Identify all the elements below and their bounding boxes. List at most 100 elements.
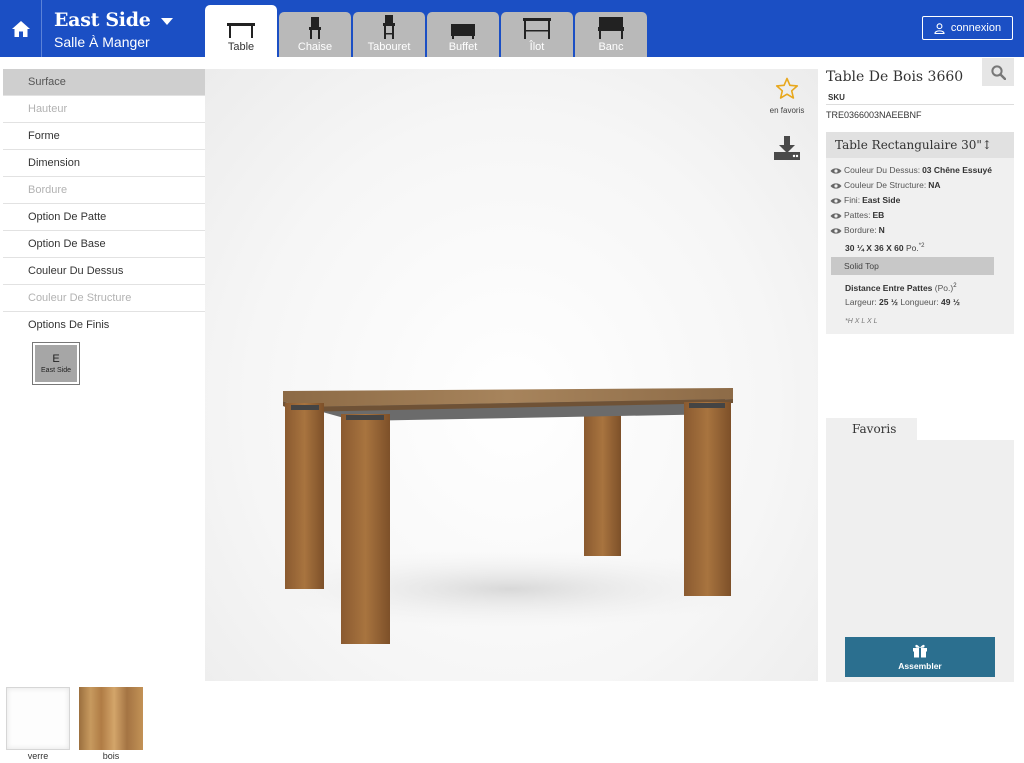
gift-icon <box>913 644 927 658</box>
product-title: Table De Bois 3660 <box>826 69 964 85</box>
spec-line: Bordure: N <box>830 223 1014 238</box>
material-label: bois <box>102 751 120 761</box>
finish-swatch-letter: E <box>52 352 60 365</box>
tab-label: Table <box>227 41 255 53</box>
finish-swatch[interactable]: E East Side <box>32 342 80 385</box>
dimensions-value: 30 ¼ X 36 X 60 <box>845 242 904 253</box>
menu-item-couleur-de-structure: Couleur De Structure <box>3 285 205 312</box>
user-icon <box>934 22 945 34</box>
tab-label: Tabouret <box>367 41 411 53</box>
spec-line: Couleur De Structure: NA <box>830 178 1014 193</box>
solid-top-option: Solid Top <box>831 257 994 275</box>
finish-swatch-name: East Side <box>41 366 71 374</box>
tab-banc[interactable]: Banc <box>575 12 647 57</box>
width-value: 25 ½ <box>879 296 898 307</box>
length-label: Longueur: <box>900 296 939 307</box>
top-bar: East Side Salle À Manger Table Chaise Ta… <box>0 0 1024 57</box>
material-bois-thumb[interactable] <box>79 687 143 750</box>
eye-icon[interactable] <box>830 197 842 205</box>
add-to-favorites-button[interactable]: en favoris <box>762 77 812 115</box>
spec-list: Couleur Du Dessus: 03 Chêne Essuyé Coule… <box>826 158 1014 238</box>
distance-unit: (Po.) <box>934 282 954 293</box>
eye-icon[interactable] <box>830 182 842 190</box>
width-label: Largeur: <box>845 296 877 307</box>
product-viewer <box>205 69 818 681</box>
home-button[interactable] <box>0 0 42 57</box>
dimensions-legend: *H X L X L <box>845 317 878 325</box>
search-icon <box>990 64 1006 80</box>
bench-icon <box>596 15 626 39</box>
menu-item-option-de-patte[interactable]: Option De Patte <box>3 204 205 231</box>
spec-label: Fini: <box>844 195 861 205</box>
tab-tabouret[interactable]: Tabouret <box>353 12 425 57</box>
dimensions-unit: Po. <box>905 242 919 253</box>
product-image <box>250 388 770 644</box>
assemble-label: Assembler <box>898 661 942 671</box>
options-menu: Surface Hauteur Forme Dimension Bordure … <box>3 69 205 339</box>
spec-label: Couleur Du Dessus: <box>844 165 921 175</box>
island-icon <box>522 15 552 39</box>
eye-icon[interactable] <box>830 167 842 175</box>
favorite-label: en favoris <box>769 106 805 115</box>
material-label: verre <box>27 751 49 761</box>
menu-item-hauteur: Hauteur <box>3 96 205 123</box>
menu-item-surface[interactable]: Surface <box>3 69 205 96</box>
sku-label: SKU <box>828 93 845 102</box>
caret-down-icon <box>160 17 173 25</box>
assemble-button[interactable]: Assembler <box>845 637 995 677</box>
spec-value: NA <box>928 180 941 190</box>
menu-item-options-de-finis[interactable]: Options De Finis <box>3 312 205 339</box>
tab-ilot[interactable]: Îlot <box>501 12 573 57</box>
spec-panel: Table Rectangulaire 30"↕ Couleur Du Dess… <box>826 132 1014 334</box>
table-icon <box>226 15 256 39</box>
category-tabs: Table Chaise Tabouret Buffet Îlot Banc <box>205 5 647 57</box>
spec-value: N <box>878 225 885 235</box>
spec-value: 03 Chêne Essuyé <box>922 165 992 175</box>
material-verre-thumb[interactable] <box>6 687 70 750</box>
distance-note: 2 <box>953 283 957 289</box>
spec-line: Pattes: EB <box>830 208 1014 223</box>
length-value: 49 ½ <box>941 296 960 307</box>
collection-title: East Side <box>54 9 151 31</box>
sku-value: TRE0366003NAEEBNF <box>826 110 922 120</box>
buffet-icon <box>448 15 478 39</box>
tab-label: Chaise <box>297 41 333 53</box>
spec-label: Couleur De Structure: <box>844 180 927 190</box>
login-label: connexion <box>950 22 1002 34</box>
spec-value: EB <box>872 210 885 220</box>
download-button[interactable] <box>773 135 801 166</box>
leg-distance-values: Largeur: 25 ½ Longueur: 49 ½ <box>826 295 1014 310</box>
tab-label: Îlot <box>529 41 545 53</box>
collection-title-row: East Side <box>54 9 173 31</box>
collection-selector[interactable]: East Side Salle À Manger <box>54 9 173 52</box>
tab-table[interactable]: Table <box>205 5 277 57</box>
home-icon <box>11 20 30 37</box>
menu-item-couleur-du-dessus[interactable]: Couleur Du Dessus <box>3 258 205 285</box>
search-button[interactable] <box>982 58 1014 86</box>
menu-item-bordure: Bordure <box>3 177 205 204</box>
eye-icon[interactable] <box>830 227 842 235</box>
sku-divider <box>826 104 1014 105</box>
dimensions-note: *2 <box>918 243 925 249</box>
spec-title: Table Rectangulaire 30"↕ <box>826 132 1014 158</box>
chair-icon <box>300 15 330 39</box>
menu-item-option-de-base[interactable]: Option De Base <box>3 231 205 258</box>
star-icon <box>775 77 799 99</box>
tab-favoris[interactable]: Favoris <box>826 418 917 440</box>
finish-swatch-tile: E East Side <box>35 345 77 382</box>
tab-buffet[interactable]: Buffet <box>427 12 499 57</box>
login-button[interactable]: connexion <box>922 16 1013 40</box>
menu-item-forme[interactable]: Forme <box>3 123 205 150</box>
dimensions: 30 ¼ X 36 X 60 Po.*2 <box>826 238 1014 254</box>
tab-label: Buffet <box>448 41 478 53</box>
distance-label: Distance Entre Pattes <box>845 282 933 293</box>
eye-icon[interactable] <box>830 212 842 220</box>
leg-distance: Distance Entre Pattes (Po.)2 <box>826 279 1014 295</box>
spec-label: Pattes: <box>844 210 871 220</box>
tab-label: Banc <box>598 41 624 53</box>
spec-line: Couleur Du Dessus: 03 Chêne Essuyé <box>830 163 1014 178</box>
spec-value: East Side <box>862 195 901 205</box>
menu-item-dimension[interactable]: Dimension <box>3 150 205 177</box>
tab-chaise[interactable]: Chaise <box>279 12 351 57</box>
collection-room: Salle À Manger <box>54 34 150 50</box>
